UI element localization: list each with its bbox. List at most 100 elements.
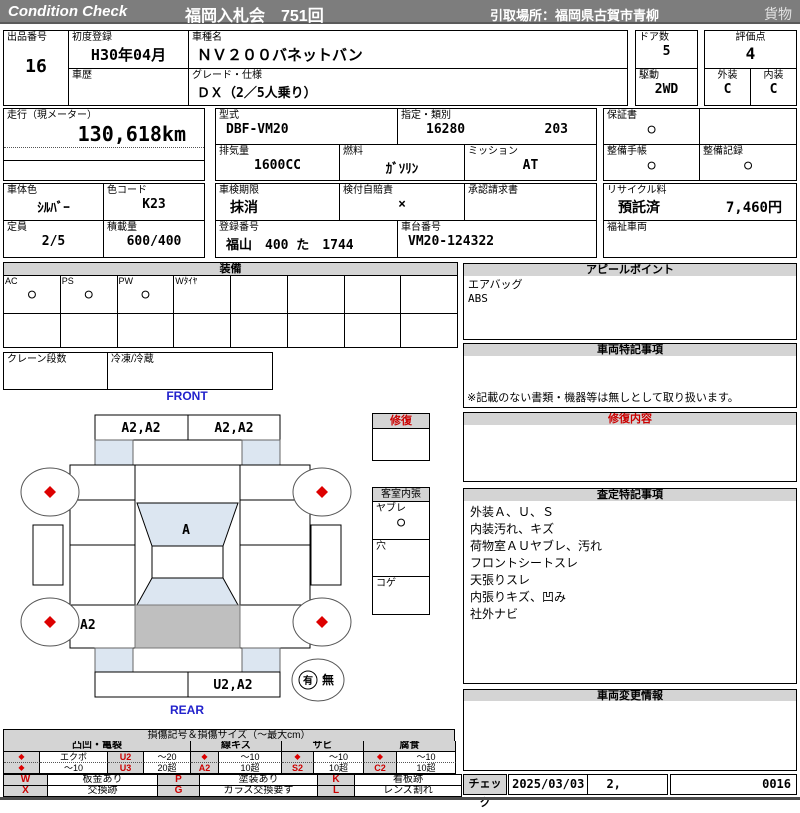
legend-code-desc: レンズ割れ <box>355 786 462 797</box>
recycle-fee-cell: リサイクル料 預託済 7,460円 <box>603 183 797 221</box>
warranty-mark: ○ <box>647 122 656 137</box>
legend-code-desc: ガラス交換要す <box>200 786 318 797</box>
mileage-value: 130,618km <box>4 122 204 148</box>
check-date: 2025/03/03 <box>509 775 589 794</box>
front-left-corner-glass <box>94 439 134 468</box>
front-bumper-left-mark: A2,A2 <box>121 421 160 436</box>
legend-code: G <box>158 786 200 797</box>
drive-label: 駆動 <box>639 70 659 81</box>
insurance-mark: × <box>398 197 406 212</box>
registration-label: 登録番号 <box>219 222 259 233</box>
lot-number-cell: 出品番号 16 <box>3 30 69 106</box>
legend-group: 線キズ <box>191 741 282 752</box>
body-color-value: ｼﾙﾊﾞｰ <box>37 201 70 216</box>
fridge-cell: 冷凍/冷蔵 <box>107 352 273 390</box>
legend-code: K <box>318 775 355 786</box>
color-code-cell: 色コード K23 <box>103 183 205 221</box>
diagram-rear-label: REAR <box>169 703 204 717</box>
rear-left-corner-glass <box>94 647 134 674</box>
displacement-cell: 排気量 1600CC <box>215 144 340 181</box>
repair-mini-title: 修復 <box>373 414 429 429</box>
legend-code: W <box>4 775 48 786</box>
doors-cell: ドア数 5 <box>635 30 698 69</box>
assessment-notes-body: 外装Ａ、Ｕ、Ｓ 内装汚れ、キズ 荷物室ＡＵヤブレ、汚れ フロントシートスレ 天張… <box>463 501 797 684</box>
equipment-cell-empty <box>4 314 61 348</box>
chassis-number-cell: 車台番号 VM20-124322 <box>397 220 597 258</box>
vehicle-change-body <box>463 701 797 771</box>
assessment-notes-title: 査定特記事項 <box>463 488 797 502</box>
first-registration-value: H30年04月 <box>90 46 167 64</box>
class-cell: 指定・類別 16280 203 <box>397 108 597 145</box>
exterior-grade-cell: 外装 C <box>704 68 751 106</box>
insurance-cell: 検付自賠責 × <box>339 183 465 221</box>
cabin-lining-box: 客室内張 ヤブレ ○ 穴 コゲ <box>372 487 430 615</box>
legend-code-desc: 塗装あり <box>200 775 318 786</box>
cabin-lining-title: 客室内張 <box>373 488 429 502</box>
check-number: 0016 <box>762 777 791 791</box>
vehicle-notes-title: 車両特記事項 <box>463 343 797 357</box>
rear-window <box>136 577 239 606</box>
assessment-line: 内張りキズ、凹み <box>470 590 567 604</box>
spare-yes-label: 有 <box>303 674 313 687</box>
welfare-label: 福祉車両 <box>607 222 647 233</box>
spare-no-label: 無 <box>322 672 334 687</box>
mileage-cell: 走行（現メーター） 130,618km <box>3 108 205 181</box>
repair-content-body <box>463 425 797 482</box>
warranty-label: 保証書 <box>607 110 637 121</box>
brand-logo: Condition Check <box>8 3 128 20</box>
exterior-grade-value: C <box>723 82 732 97</box>
legend-code-desc: 板金あり <box>48 775 158 786</box>
left-side-panel <box>32 524 64 586</box>
diamond-icon: ◆ <box>282 752 314 763</box>
fuel-value: ｶﾞｿﾘﾝ <box>385 162 419 177</box>
maintenance-book-cell: 整備手帳 ○ <box>603 144 700 181</box>
interior-grade-cell: 内装 C <box>750 68 797 106</box>
diamond-icon: ◆ <box>4 763 40 774</box>
check-date-box: 2025/03/03 2, <box>508 774 668 795</box>
maintenance-record-label: 整備記録 <box>703 146 743 157</box>
auction-title: 福岡入札会 751回 <box>185 8 324 25</box>
displacement-label: 排気量 <box>219 146 249 157</box>
assessment-line: 内装汚れ、キズ <box>470 522 555 536</box>
transmission-value: AT <box>522 158 539 173</box>
cabin-tear-mark: ○ <box>397 515 405 530</box>
body-color-cell: 車体色 ｼﾙﾊﾞｰ <box>3 183 104 221</box>
legend-group: サビ <box>282 741 364 752</box>
fuel-cell: 燃料 ｶﾞｿﾘﾝ <box>339 144 465 181</box>
equipment-cell-empty <box>344 314 402 348</box>
roof-panel <box>151 545 224 579</box>
crane-cell: クレーン段数 <box>3 352 108 390</box>
chassis-number-label: 車台番号 <box>401 222 441 233</box>
insurance-label: 検付自賠責 <box>343 185 393 196</box>
legend-group: 腐食 <box>364 741 456 752</box>
first-registration-label: 初度登録 <box>72 32 112 43</box>
check-label: チェック <box>463 774 507 809</box>
rear-bumper-mark: U2,A2 <box>213 678 252 693</box>
warranty-empty-cell <box>699 108 797 145</box>
legend-code: P <box>158 775 200 786</box>
assessment-line: フロントシートスレ <box>470 556 579 570</box>
equipment-cell-empty <box>344 276 402 314</box>
legend-group: 凸凹・亀裂 <box>4 741 191 752</box>
equipment-cell-empty <box>231 276 288 314</box>
load-capacity-label: 積載量 <box>107 222 137 233</box>
recycle-status: 預託済 <box>618 200 660 216</box>
model-code-value: DBF-VM20 <box>226 122 289 137</box>
capacity-cell: 定員 2/5 <box>3 220 104 258</box>
diamond-icon: ◆ <box>364 752 397 763</box>
appeal-line: エアバッグ <box>468 278 523 291</box>
fridge-label: 冷凍/冷蔵 <box>111 354 154 365</box>
doors-value: 5 <box>662 44 671 59</box>
equipment-cell-pw: PW ○ <box>117 276 175 314</box>
load-capacity-value: 600/400 <box>126 234 182 249</box>
equipment-mark-pw: ○ <box>141 287 150 302</box>
drive-value: 2WD <box>654 82 679 97</box>
left-side-mark: A2 <box>80 618 96 633</box>
maintenance-record-cell: 整備記録 ○ <box>699 144 797 181</box>
score-value: 4 <box>745 44 756 63</box>
assessment-line: 荷物室ＡＵヤブレ、汚れ <box>470 539 603 553</box>
cabin-row-hole: 穴 <box>373 540 429 577</box>
vehicle-notes-footer: ※記載のない書類・機器等は無しとして取り扱います。 <box>467 392 739 404</box>
diagram-front-label: FRONT <box>166 389 208 403</box>
appeal-line: ABS <box>468 292 488 305</box>
